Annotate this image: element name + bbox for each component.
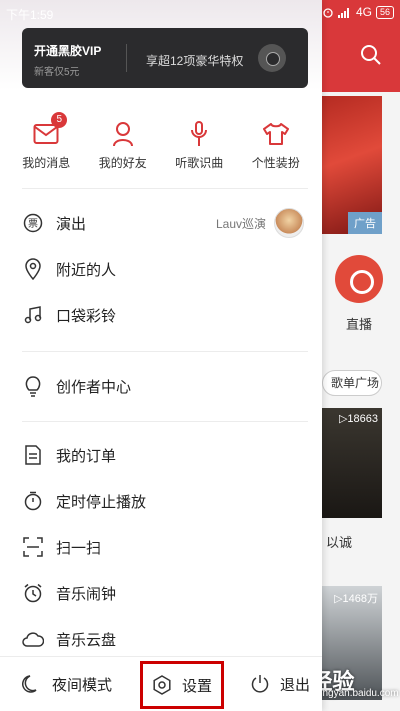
quick-actions: 5 我的消息 我的好友 听歌识曲 个性装扮	[0, 112, 322, 178]
menu-item-creator-center[interactable]: 创作者中心	[0, 363, 322, 409]
menu-item-ringtone[interactable]: 口袋彩铃	[0, 292, 322, 338]
power-icon	[251, 675, 269, 693]
shirt-icon	[262, 123, 289, 145]
divider	[22, 351, 308, 352]
menu-item-label: 定时停止播放	[56, 493, 147, 511]
menu-item-label: 音乐云盘	[56, 631, 117, 649]
live-label: 直播	[346, 317, 373, 332]
menu-item-label: 附近的人	[56, 261, 117, 279]
message-badge: 5	[51, 112, 68, 128]
quick-action-song-recognition[interactable]: 听歌识曲	[162, 118, 236, 178]
menu-group-services: 票 演出 Lauv巡演 附近的人 口袋彩铃	[0, 200, 322, 338]
divider	[22, 421, 308, 422]
quick-action-label: 我的好友	[98, 156, 147, 170]
cloud-icon	[22, 632, 44, 647]
show-promo-text: Lauv巡演	[215, 216, 266, 231]
playlist-thumb[interactable]: ▷18663	[322, 408, 382, 518]
menu-item-music-alarm[interactable]: 音乐闹钟	[0, 570, 322, 616]
menu-item-label: 创作者中心	[56, 378, 132, 396]
quick-action-label: 我的消息	[22, 156, 71, 170]
location-icon	[25, 258, 41, 280]
vip-divider	[126, 44, 127, 72]
vip-card[interactable]: 开通黑胶VIP 新客仅5元 享超12项豪华特权	[22, 28, 308, 88]
menu-item-scan[interactable]: 扫一扫	[0, 524, 322, 570]
vip-perk: 享超12项豪华特权	[146, 54, 244, 68]
vip-subtitle: 新客仅5元	[34, 67, 80, 78]
night-mode-button[interactable]: 夜间模式	[0, 657, 130, 711]
quick-action-messages[interactable]: 5 我的消息	[9, 112, 83, 178]
ticket-icon: 票	[23, 213, 43, 233]
playlist-plaza-pill[interactable]: 歌单广场	[322, 370, 382, 396]
live-icon[interactable]	[335, 255, 383, 303]
settings-button[interactable]: 设置	[140, 661, 224, 709]
status-indicators: 4G 56	[322, 5, 394, 19]
divider	[22, 188, 308, 189]
quick-action-skins[interactable]: 个性装扮	[239, 118, 313, 178]
drawer-bottom-bar: 夜间模式 设置 退出	[0, 656, 322, 711]
vip-title: 开通黑胶VIP	[34, 44, 102, 58]
menu-item-label: 口袋彩铃	[56, 307, 117, 325]
play-count: ▷18663	[338, 413, 378, 425]
show-promo-thumb	[274, 208, 304, 238]
exit-label: 退出	[280, 676, 311, 694]
menu-item-nearby[interactable]: 附近的人	[0, 246, 322, 292]
menu-item-label: 我的订单	[56, 447, 117, 465]
quick-action-label: 个性装扮	[251, 156, 300, 170]
alarm-status-icon	[323, 8, 333, 18]
menu-group-tools: 我的订单 定时停止播放 扫一扫 音乐闹钟 音乐云盘	[0, 432, 322, 662]
menu-item-label: 演出	[56, 215, 87, 233]
menu-group-creator: 创作者中心	[0, 363, 322, 409]
gear-icon	[153, 675, 171, 695]
vinyl-disc-icon	[258, 44, 286, 72]
battery-icon: 56	[375, 5, 394, 19]
moon-icon	[22, 675, 37, 693]
menu-item-label: 扫一扫	[56, 539, 102, 557]
scan-icon	[23, 537, 43, 557]
exit-button[interactable]: 退出	[250, 657, 310, 711]
menu-item-shows[interactable]: 票 演出 Lauv巡演	[0, 200, 322, 246]
user-icon	[112, 122, 133, 147]
network-type: 4G	[355, 5, 372, 19]
status-time: 下午1:59	[6, 8, 54, 22]
settings-label: 设置	[181, 677, 212, 695]
signal-icon	[337, 7, 349, 18]
ad-tag: 广告	[348, 212, 382, 234]
menu-item-label: 音乐闹钟	[56, 585, 117, 603]
play-count: ▷1468万	[334, 593, 378, 605]
svg-text:票: 票	[28, 218, 38, 230]
search-icon[interactable]	[360, 44, 382, 66]
mic-icon	[191, 121, 208, 146]
timer-icon	[24, 491, 42, 511]
alarm-icon	[24, 583, 42, 603]
bulb-icon	[25, 376, 41, 397]
banner-ad[interactable]: 广告	[322, 96, 382, 234]
night-mode-label: 夜间模式	[52, 676, 113, 694]
order-icon	[25, 445, 41, 465]
music-note-icon	[24, 306, 42, 324]
status-bar: 下午1:59 4G 56	[0, 0, 400, 26]
quick-action-label: 听歌识曲	[175, 156, 224, 170]
menu-item-orders[interactable]: 我的订单	[0, 432, 322, 478]
playlist-caption: 以诚	[326, 535, 353, 550]
menu-item-sleep-timer[interactable]: 定时停止播放	[0, 478, 322, 524]
watermark-url: jingyan.baidu.com	[318, 688, 399, 699]
quick-action-friends[interactable]: 我的好友	[86, 118, 160, 178]
